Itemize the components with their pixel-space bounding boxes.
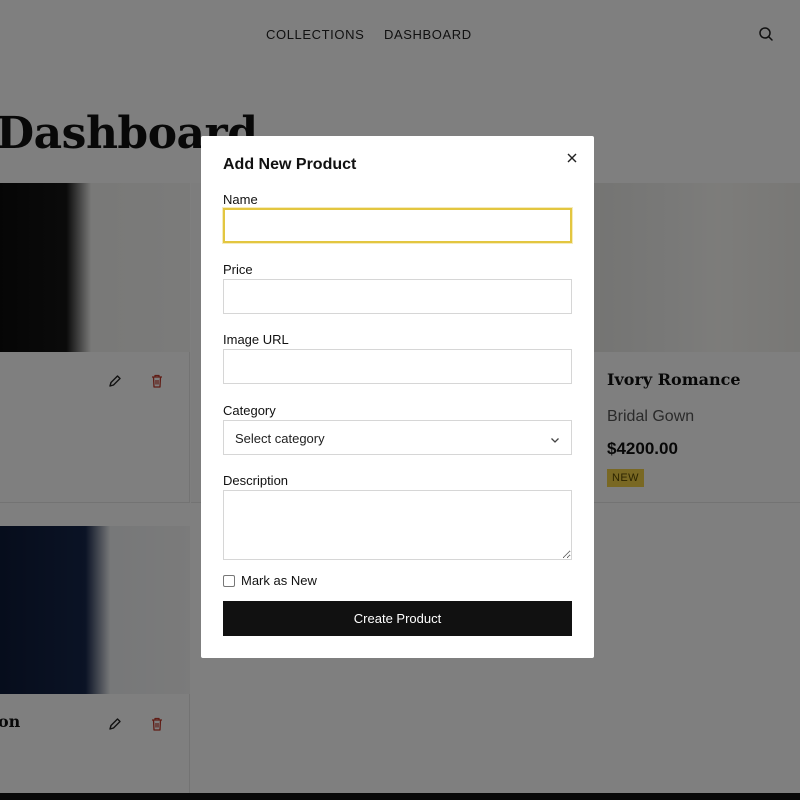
image-url-field[interactable] (223, 349, 572, 384)
mark-as-new-checkbox[interactable] (223, 575, 235, 587)
add-product-modal: Add New Product Name Price Image URL Cat… (201, 136, 594, 658)
name-field[interactable] (223, 208, 572, 243)
description-label: Description (223, 473, 289, 488)
image-url-label: Image URL (223, 332, 289, 347)
mark-as-new-label[interactable]: Mark as New (241, 573, 317, 588)
description-field[interactable] (223, 490, 572, 560)
price-label: Price (223, 262, 253, 277)
category-label: Category (223, 403, 276, 418)
price-field[interactable] (223, 279, 572, 314)
modal-title: Add New Product (223, 156, 357, 173)
close-icon[interactable] (565, 151, 579, 165)
category-select[interactable]: Select category (223, 420, 572, 455)
create-product-button[interactable]: Create Product (223, 601, 572, 636)
chevron-down-icon (549, 433, 561, 445)
name-label: Name (223, 192, 258, 207)
category-select-value: Select category (235, 431, 325, 446)
